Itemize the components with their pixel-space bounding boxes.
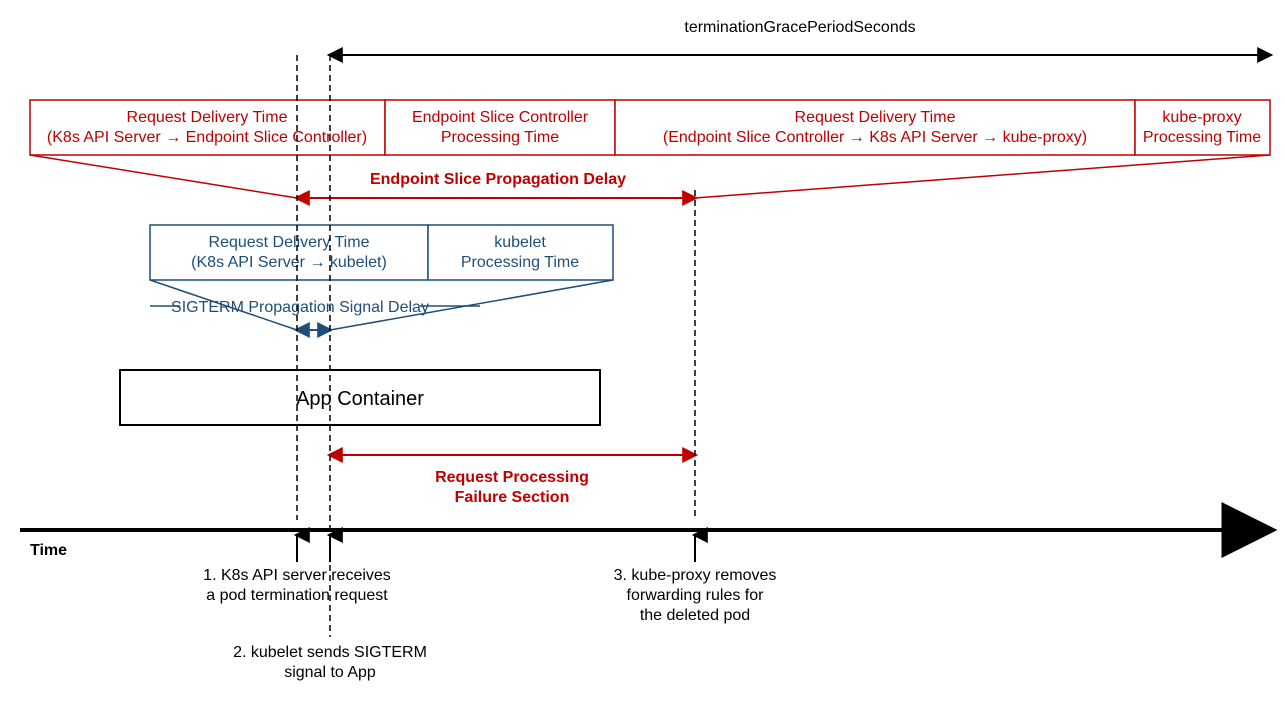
blue-seg-a-l1: Request Delivery Time <box>209 234 370 251</box>
red-seg-d-l1: kube-proxy <box>1162 109 1241 126</box>
red-seg-b-l2: Processing Time <box>441 129 559 146</box>
event2-l2: signal to App <box>284 664 376 681</box>
event1-l1: 1. K8s API server receives <box>203 567 391 584</box>
diagram-canvas: terminationGracePeriodSeconds Request De… <box>0 0 1285 721</box>
red-seg-a-l1: Request Delivery Time <box>127 109 288 126</box>
endpoint-slice-delay-label: Endpoint Slice Propagation Delay <box>370 171 626 188</box>
time-axis-label: Time <box>30 542 67 559</box>
grace-period-label: terminationGracePeriodSeconds <box>684 19 915 36</box>
app-container-label: App Container <box>296 388 424 410</box>
event1-l2: a pod termination request <box>206 587 388 604</box>
event3-l1: 3. kube-proxy removes <box>614 567 777 584</box>
sigterm-segments: Request Delivery Time (K8s API Server → … <box>150 225 613 280</box>
blue-seg-a-l2: (K8s API Server → kubelet) <box>191 254 387 271</box>
red-seg-d-l2: Processing Time <box>1143 129 1261 146</box>
red-seg-c-l2: (Endpoint Slice Controller → K8s API Ser… <box>663 129 1087 146</box>
blue-seg-b-l1: kubelet <box>494 234 546 251</box>
event3-l3: the deleted pod <box>640 607 750 624</box>
endpoint-slice-segments: Request Delivery Time (K8s API Server → … <box>30 100 1270 155</box>
red-seg-c-l1: Request Delivery Time <box>795 109 956 126</box>
red-seg-a-l2: (K8s API Server → Endpoint Slice Control… <box>47 129 367 146</box>
red-seg-b-l1: Endpoint Slice Controller <box>412 109 589 126</box>
failure-label-l1: Request Processing <box>435 469 589 486</box>
event2-l1: 2. kubelet sends SIGTERM <box>233 644 427 661</box>
sigterm-delay-label: SIGTERM Propagation Signal Delay <box>171 299 429 316</box>
blue-seg-b-l2: Processing Time <box>461 254 579 271</box>
event3-l2: forwarding rules for <box>627 587 765 604</box>
failure-label-l2: Failure Section <box>455 489 570 506</box>
